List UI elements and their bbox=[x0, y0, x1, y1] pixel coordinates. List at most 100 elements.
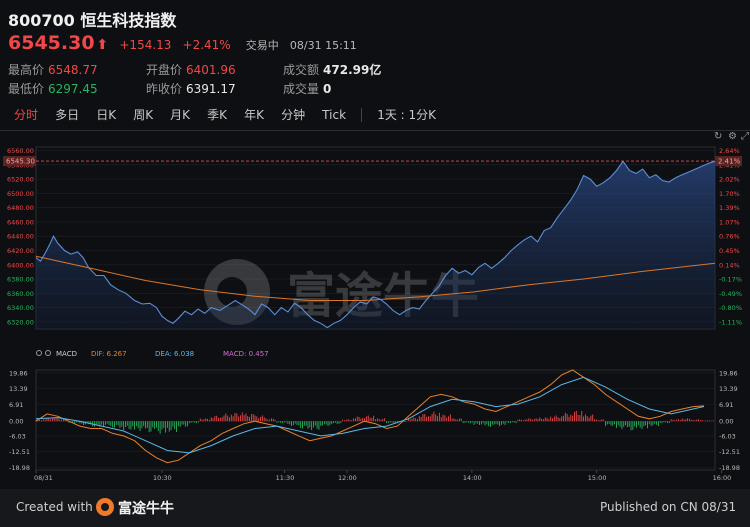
macd-y-tick-label: 0.00 bbox=[9, 418, 23, 426]
y-tick-label-pct: -0.49% bbox=[719, 290, 742, 298]
y-tick-label-pct: 2.02% bbox=[719, 176, 740, 184]
stat-open: 开盘价 6401.96 bbox=[146, 63, 236, 77]
price-y-axis-right: 2.64% 2.41% 2.02% 1.70% 1.39% 1.07% 0.76% 0.45%… bbox=[719, 147, 742, 326]
svg-text:2.41%: 2.41% bbox=[718, 158, 741, 166]
stat-prev-close: 昨收价 6391.17 bbox=[146, 82, 236, 96]
price-y-axis-left: 6560.006540.006520.006500.006480.006460.… bbox=[7, 147, 34, 326]
settings-small-icon[interactable] bbox=[45, 350, 51, 356]
macd-y-tick-label: 13.39 bbox=[719, 385, 738, 393]
stat-volume: 成交量 0 bbox=[283, 82, 332, 96]
macd-y-tick-label: -12.51 bbox=[719, 448, 740, 456]
current-price-tag-left: 6545.30 bbox=[3, 156, 36, 167]
y-tick-label-pct: -0.17% bbox=[719, 276, 742, 284]
price-change-pct: +2.41% bbox=[182, 38, 231, 52]
tab-multiday[interactable]: 多日 bbox=[49, 103, 85, 127]
intraday-chart[interactable]: ↻ ⚙ ⤢ 6560.006540.006520.006500.006480.0… bbox=[0, 130, 750, 489]
x-tick-label: 11:30 bbox=[276, 474, 295, 482]
macd-y-tick-label: -18.98 bbox=[9, 464, 30, 472]
x-tick-label: 16:00 bbox=[713, 474, 732, 482]
y-tick-label: 6380.00 bbox=[7, 276, 34, 284]
macd-y-tick-label: -12.51 bbox=[9, 448, 30, 456]
tab-tick[interactable]: Tick bbox=[316, 103, 352, 127]
macd-y-axis-right: 19.86 13.39 6.91 0.00 -6.03 -12.51 -18.98 bbox=[719, 369, 740, 472]
y-tick-label: 6340.00 bbox=[7, 304, 34, 312]
dif-line bbox=[35, 369, 705, 464]
macd-y-tick-label: -6.03 bbox=[719, 432, 736, 440]
y-tick-label-pct: 1.70% bbox=[719, 190, 740, 198]
macd-y-tick-label: -18.98 bbox=[719, 464, 740, 472]
price-row: 6545.30 ⬆ +154.13 +2.41% 交易中 08/31 15:11 bbox=[8, 32, 357, 56]
tab-minute[interactable]: 分钟 bbox=[275, 103, 311, 127]
index-code: 800700 bbox=[8, 11, 75, 30]
index-name: 恒生科技指数 bbox=[80, 11, 177, 30]
macd-y-tick-label: 6.91 bbox=[719, 401, 733, 409]
up-arrow-icon: ⬆ bbox=[96, 37, 109, 53]
current-price: 6545.30 bbox=[8, 32, 95, 54]
macd-y-tick-label: 19.86 bbox=[719, 369, 738, 377]
y-tick-label: 6320.00 bbox=[7, 318, 34, 326]
stat-low: 最低价 6297.45 bbox=[8, 82, 98, 96]
tab-intraday[interactable]: 分时 bbox=[8, 103, 44, 127]
y-tick-label: 6420.00 bbox=[7, 247, 34, 255]
macd-legend-name: MACD bbox=[56, 350, 77, 358]
macd-y-tick-label: 0.00 bbox=[719, 418, 733, 426]
x-tick-label: 10:30 bbox=[153, 474, 172, 482]
y-tick-label-pct: 0.45% bbox=[719, 247, 740, 255]
macd-value-legend: MACD: 0.457 bbox=[223, 350, 269, 358]
macd-y-axis-left: 19.86 13.39 6.91 0.00 -6.03 -12.51 -18.98 bbox=[9, 369, 30, 472]
stat-turnover: 成交额 472.99亿 bbox=[283, 63, 382, 77]
macd-legend: MACD DIF: 6.267 DEA: 6.038 MACD: 0.457 bbox=[36, 350, 269, 358]
svg-text:6545.30: 6545.30 bbox=[6, 158, 35, 166]
tab-monthly-k[interactable]: 月K bbox=[164, 103, 196, 127]
macd-y-tick-label: 6.91 bbox=[9, 401, 23, 409]
x-tick-label: 14:00 bbox=[463, 474, 482, 482]
y-tick-label-pct: 0.76% bbox=[719, 233, 740, 241]
footer-brand: 富途牛牛 bbox=[118, 501, 174, 517]
y-tick-label-pct: 1.07% bbox=[719, 218, 740, 226]
y-tick-label-pct: 2.64% bbox=[719, 147, 740, 155]
trading-status: 交易中 bbox=[245, 39, 279, 52]
x-tick-label: 08/31 bbox=[34, 474, 53, 482]
price-area bbox=[36, 161, 715, 329]
x-tick-label: 15:00 bbox=[588, 474, 607, 482]
settings-icon[interactable]: ⚙ bbox=[728, 131, 737, 142]
expand-icon[interactable]: ⤢ bbox=[741, 131, 749, 142]
stat-high: 最高价 6548.77 bbox=[8, 63, 98, 77]
status-datetime: 08/31 15:11 bbox=[289, 39, 357, 52]
published-text: Published on CN 08/31 bbox=[600, 500, 737, 514]
time-x-axis: 08/31 10:30 11:30 12:00 14:00 15:00 16:00 bbox=[34, 470, 731, 482]
y-tick-label: 6360.00 bbox=[7, 290, 34, 298]
y-tick-label-pct: 1.39% bbox=[719, 204, 740, 212]
y-tick-label-pct: -0.80% bbox=[719, 304, 742, 312]
y-tick-label-pct: -1.11% bbox=[719, 318, 742, 326]
y-tick-label: 6440.00 bbox=[7, 233, 34, 241]
macd-histogram bbox=[35, 410, 714, 434]
y-tick-label-pct: 0.14% bbox=[719, 261, 740, 269]
tab-divider bbox=[361, 107, 363, 122]
y-tick-label: 6500.00 bbox=[7, 190, 34, 198]
y-tick-label: 6520.00 bbox=[7, 176, 34, 184]
refresh-icon[interactable]: ↻ bbox=[714, 131, 722, 142]
tab-yearly-k[interactable]: 年K bbox=[238, 103, 270, 127]
macd-y-tick-label: -6.03 bbox=[9, 432, 26, 440]
futu-logo-icon bbox=[96, 498, 114, 516]
y-tick-label: 6460.00 bbox=[7, 218, 34, 226]
eye-icon[interactable] bbox=[36, 350, 42, 356]
price-change: +154.13 bbox=[119, 38, 172, 52]
dif-legend: DIF: 6.267 bbox=[91, 350, 127, 358]
current-price-tag-right: 2.41% bbox=[715, 156, 742, 167]
y-tick-label: 6560.00 bbox=[7, 147, 34, 155]
y-tick-label: 6480.00 bbox=[7, 204, 34, 212]
x-tick-label: 12:00 bbox=[338, 474, 357, 482]
tab-weekly-k[interactable]: 周K bbox=[127, 103, 159, 127]
footer: Created with 富途牛牛 Published on CN 08/31 bbox=[0, 489, 750, 527]
created-with-text: Created with bbox=[16, 500, 93, 514]
macd-y-tick-label: 19.86 bbox=[9, 369, 28, 377]
tab-daily-k[interactable]: 日K bbox=[90, 103, 122, 127]
dea-legend: DEA: 6.038 bbox=[155, 350, 194, 358]
page-title: 800700 恒生科技指数 bbox=[8, 7, 176, 31]
period-tabs: 分时 多日 日K 周K 月K 季K 年K 分钟 Tick 1天 : 1分K bbox=[8, 103, 442, 127]
macd-y-tick-label: 13.39 bbox=[9, 385, 28, 393]
tab-period-selector[interactable]: 1天 : 1分K bbox=[371, 103, 442, 127]
tab-quarterly-k[interactable]: 季K bbox=[201, 103, 233, 127]
